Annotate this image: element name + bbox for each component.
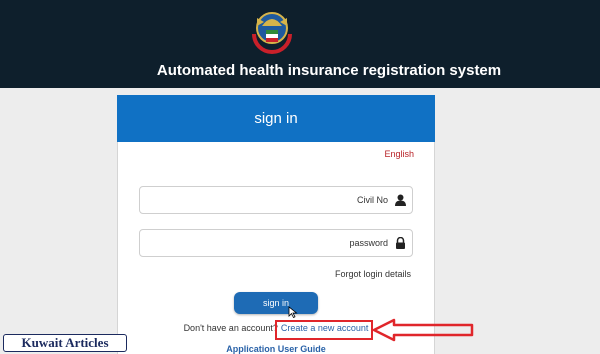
lock-icon	[396, 237, 405, 249]
sign-in-button[interactable]: sign in	[234, 292, 318, 314]
top-header: Automated health insurance registration …	[0, 0, 600, 88]
password-field[interactable]	[139, 229, 413, 257]
watermark-badge: Kuwait Articles	[3, 334, 127, 352]
forgot-login-link[interactable]: Forgot login details	[335, 269, 411, 279]
annotation-arrow-icon	[372, 318, 474, 342]
language-toggle-link[interactable]: English	[384, 149, 414, 159]
user-icon	[395, 194, 406, 206]
no-account-text: Don't have an account?	[183, 323, 278, 333]
state-emblem-icon	[252, 12, 292, 54]
signin-card-header: sign in	[117, 95, 435, 142]
civil-no-field[interactable]	[139, 186, 413, 214]
user-guide-link[interactable]: Application User Guide	[118, 344, 434, 354]
mouse-cursor-icon	[288, 306, 298, 318]
system-title: Automated health insurance registration …	[156, 62, 502, 79]
annotation-highlight-box	[275, 320, 373, 340]
password-input[interactable]	[156, 237, 390, 249]
civil-no-input[interactable]	[156, 194, 390, 206]
